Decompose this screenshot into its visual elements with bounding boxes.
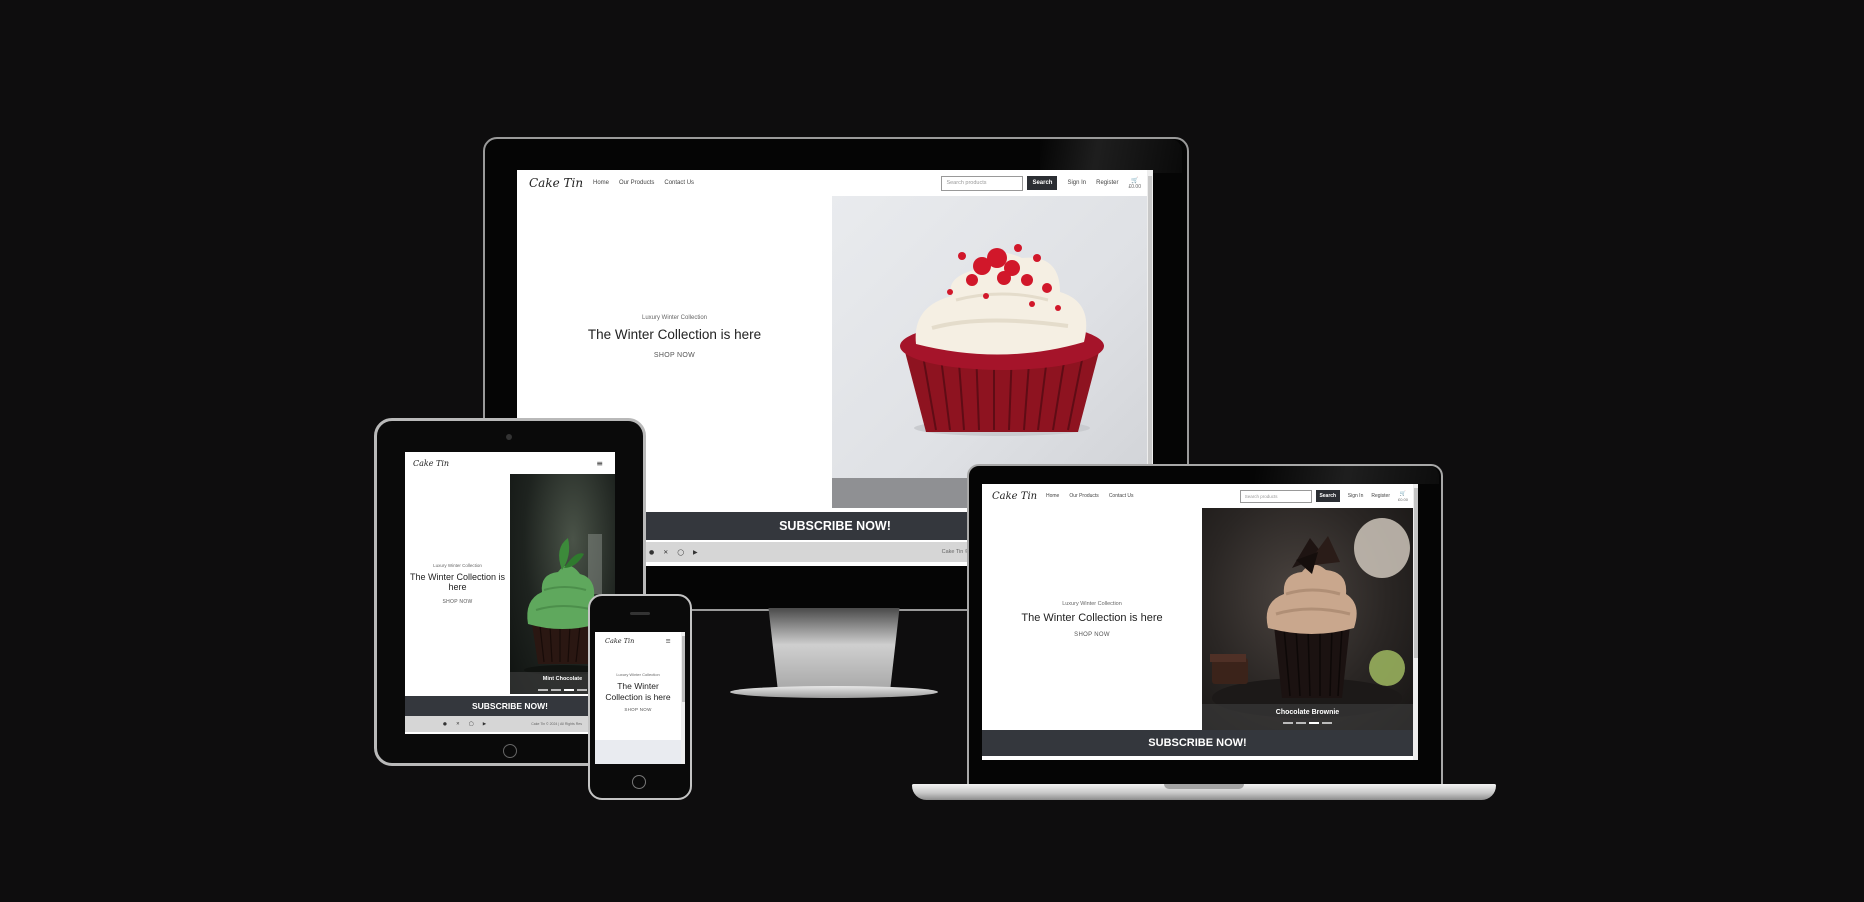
laptop-navbar: Cake Tin Home Our Products Contact Us Se… bbox=[982, 484, 1418, 508]
site-logo[interactable]: Cake Tin bbox=[529, 176, 585, 190]
carousel-dot-active[interactable] bbox=[564, 689, 574, 691]
facebook-icon[interactable]: ● bbox=[649, 549, 654, 556]
laptop-hero-kicker: Luxury Winter Collection bbox=[1062, 600, 1122, 607]
laptop-sign-in[interactable]: Sign In bbox=[1348, 493, 1364, 499]
tablet-navbar: Cake Tin ≡ bbox=[405, 452, 615, 474]
hero-headline: The Winter Collection is here bbox=[587, 327, 762, 342]
hamburger-icon[interactable]: ≡ bbox=[596, 459, 603, 468]
phone-hero-text: Luxury Winter Collection The Winter Coll… bbox=[595, 650, 681, 734]
carousel-dot[interactable] bbox=[577, 689, 587, 691]
laptop-logo[interactable]: Cake Tin bbox=[992, 491, 1038, 502]
monitor-base bbox=[730, 686, 938, 698]
phone-home-button[interactable] bbox=[632, 775, 646, 789]
youtube-icon[interactable]: ▶ bbox=[483, 722, 486, 727]
phone-navbar: Cake Tin ≡ bbox=[595, 632, 685, 650]
laptop-hero-headline: The Winter Collection is here bbox=[1021, 611, 1163, 624]
hero-kicker: Luxury Winter Collection bbox=[641, 315, 708, 321]
laptop-register[interactable]: Register bbox=[1371, 493, 1390, 499]
search-button[interactable]: Search bbox=[1027, 176, 1058, 190]
carousel-dot-active[interactable] bbox=[1309, 722, 1319, 724]
tablet-footer: ● ✕ ◯ ▶ Cake Tin © 2024 | All Rights Res bbox=[405, 716, 615, 732]
hero-image-red-velvet bbox=[832, 196, 1147, 478]
phone-logo[interactable]: Cake Tin bbox=[605, 637, 634, 645]
carousel-dot[interactable] bbox=[1283, 722, 1293, 724]
carousel-dot[interactable] bbox=[1322, 722, 1332, 724]
youtube-icon[interactable]: ▶ bbox=[693, 549, 698, 556]
laptop-notch bbox=[1164, 784, 1244, 789]
phone-hero-kicker: Luxury Winter Collection bbox=[616, 671, 660, 677]
tablet-screen: Cake Tin ≡ Luxury Winter Collection The … bbox=[405, 452, 615, 734]
phone-scroll-thumb[interactable] bbox=[681, 636, 685, 702]
laptop-search-button[interactable]: Search bbox=[1315, 490, 1340, 502]
nav-link-products[interactable]: Our Products bbox=[1069, 493, 1098, 499]
footer-copyright: Cake Tin © bbox=[941, 549, 969, 555]
tablet-camera bbox=[506, 434, 512, 440]
monitor-bezel-glare bbox=[1040, 139, 1182, 173]
laptop-subscribe-banner[interactable]: SUBSCRIBE NOW! bbox=[982, 730, 1413, 756]
laptop-slide-caption: Chocolate Brownie bbox=[1202, 704, 1413, 730]
tablet-footer-copyright: Cake Tin © 2024 | All Rights Res bbox=[531, 722, 582, 726]
hero-image-chocolate-brownie: Chocolate Brownie bbox=[1202, 508, 1413, 730]
phone-screen: Cake Tin ≡ Luxury Winter Collection The … bbox=[595, 632, 685, 764]
carousel-dot[interactable] bbox=[551, 689, 561, 691]
laptop-scroll-thumb[interactable] bbox=[1413, 488, 1418, 658]
register-link[interactable]: Register bbox=[1096, 180, 1118, 186]
phone-shop-now[interactable]: SHOP NOW bbox=[624, 707, 651, 712]
nav-link-products[interactable]: Our Products bbox=[619, 180, 654, 186]
nav-link-home[interactable]: Home bbox=[1046, 493, 1059, 499]
tablet-hero-text: Luxury Winter Collection The Winter Coll… bbox=[405, 474, 510, 694]
tablet-subscribe-banner[interactable]: SUBSCRIBE NOW! bbox=[405, 696, 615, 716]
tablet-hero-headline: The Winter Collection is here bbox=[409, 572, 506, 592]
laptop-slide-title: Chocolate Brownie bbox=[1275, 709, 1340, 716]
x-icon[interactable]: ✕ bbox=[663, 549, 668, 556]
laptop-search-input[interactable]: Search products bbox=[1239, 489, 1312, 503]
carousel-dot[interactable] bbox=[538, 689, 548, 691]
laptop-shop-now[interactable]: SHOP NOW bbox=[1074, 632, 1110, 638]
phone-next-section bbox=[595, 740, 681, 764]
desktop-navbar: Cake Tin Home Our Products Contact Us Se… bbox=[517, 170, 1153, 196]
monitor-stand bbox=[768, 608, 900, 690]
x-icon[interactable]: ✕ bbox=[456, 722, 460, 727]
sign-in-link[interactable]: Sign In bbox=[1067, 180, 1086, 186]
nav-link-contact[interactable]: Contact Us bbox=[1109, 493, 1134, 499]
basket-total: £0.00 bbox=[1128, 183, 1141, 190]
facebook-icon[interactable]: ● bbox=[443, 722, 447, 727]
phone-hamburger-icon[interactable]: ≡ bbox=[666, 637, 671, 645]
basket[interactable]: 🛒 £0.00 bbox=[1128, 177, 1141, 190]
laptop-basket-total: £0.00 bbox=[1397, 496, 1408, 502]
laptop-hero-text: Luxury Winter Collection The Winter Coll… bbox=[982, 508, 1202, 730]
laptop-basket[interactable]: 🛒 £0.00 bbox=[1398, 491, 1408, 502]
laptop-carousel-indicators[interactable] bbox=[1202, 722, 1413, 724]
laptop-lid-glare bbox=[1255, 466, 1439, 484]
phone-hero-headline: The Winter Collection is here bbox=[605, 680, 671, 702]
shop-now-button[interactable]: SHOP NOW bbox=[654, 352, 695, 359]
tablet-hero-kicker: Luxury Winter Collection bbox=[433, 563, 482, 568]
instagram-icon[interactable]: ◯ bbox=[469, 722, 474, 727]
carousel-dot[interactable] bbox=[1296, 722, 1306, 724]
basket-icon: 🛒 bbox=[1131, 176, 1139, 184]
tablet-shop-now[interactable]: SHOP NOW bbox=[442, 599, 472, 605]
search-input[interactable]: Search products bbox=[941, 175, 1024, 191]
laptop-screen: Cake Tin Home Our Products Contact Us Se… bbox=[982, 484, 1418, 760]
tablet-home-button[interactable] bbox=[503, 744, 517, 758]
phone-speaker bbox=[630, 612, 650, 615]
tablet-logo[interactable]: Cake Tin bbox=[413, 459, 449, 468]
nav-link-contact[interactable]: Contact Us bbox=[664, 180, 694, 186]
instagram-icon[interactable]: ◯ bbox=[677, 549, 684, 556]
desktop-scroll-thumb[interactable] bbox=[1148, 176, 1152, 466]
nav-link-home[interactable]: Home bbox=[593, 180, 609, 186]
